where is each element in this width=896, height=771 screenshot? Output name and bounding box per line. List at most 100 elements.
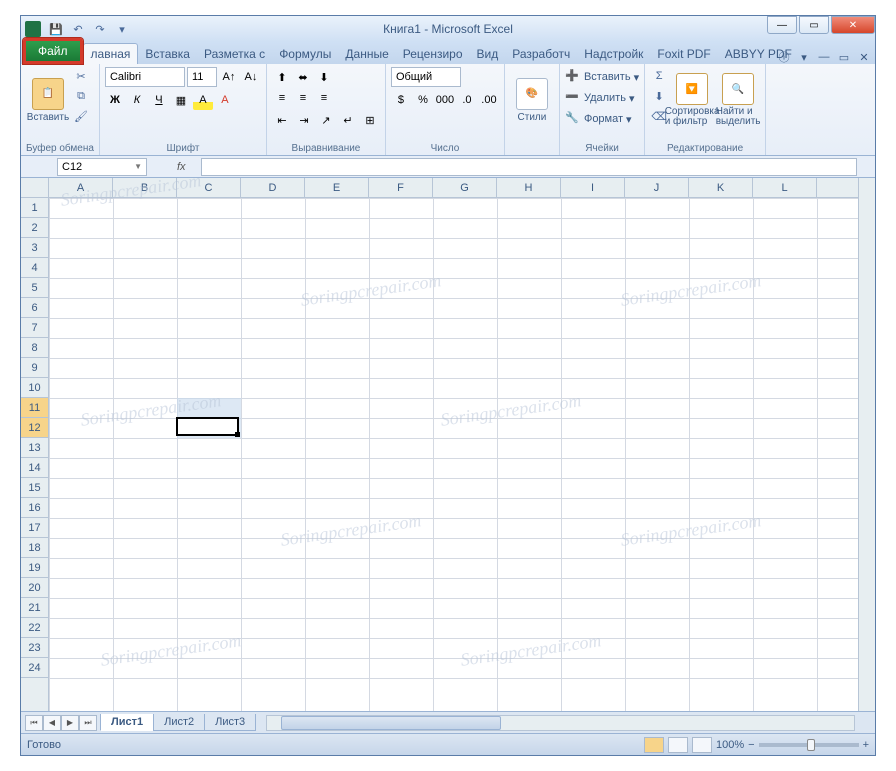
row-header[interactable]: 2: [21, 218, 48, 238]
decrease-decimal-icon[interactable]: .00: [479, 90, 499, 110]
sheet-nav-next-icon[interactable]: ▶: [61, 715, 79, 731]
cells-area[interactable]: [49, 198, 875, 711]
cut-icon[interactable]: ✂: [72, 67, 90, 85]
normal-view-icon[interactable]: [644, 737, 664, 753]
merge-icon[interactable]: ⊞: [360, 110, 380, 130]
fill-icon[interactable]: ⬇: [650, 87, 668, 105]
column-header[interactable]: A: [49, 178, 113, 197]
doc-minimize-icon[interactable]: —: [817, 50, 831, 64]
fill-color-icon[interactable]: A: [193, 90, 213, 110]
page-layout-view-icon[interactable]: [668, 737, 688, 753]
help-icon[interactable]: ⓘ: [777, 50, 791, 64]
tab-developer[interactable]: Разработч: [505, 44, 577, 64]
row-header[interactable]: 4: [21, 258, 48, 278]
horizontal-scrollbar[interactable]: [266, 715, 855, 731]
row-header[interactable]: 17: [21, 518, 48, 538]
orientation-icon[interactable]: ↗: [316, 110, 336, 130]
row-header[interactable]: 9: [21, 358, 48, 378]
paste-button[interactable]: 📋 Вставить: [26, 67, 70, 133]
align-center-icon[interactable]: ≡: [293, 88, 313, 108]
tab-review[interactable]: Рецензиро: [396, 44, 470, 64]
sort-filter-button[interactable]: 🔽 Сортировка и фильтр: [670, 67, 714, 133]
row-header[interactable]: 15: [21, 478, 48, 498]
column-header[interactable]: E: [305, 178, 369, 197]
fx-button[interactable]: fx: [177, 161, 197, 173]
tab-home[interactable]: лавная: [83, 43, 139, 64]
wrap-text-icon[interactable]: ↵: [338, 110, 358, 130]
autosum-icon[interactable]: Σ: [650, 67, 668, 85]
row-header[interactable]: 19: [21, 558, 48, 578]
column-header[interactable]: L: [753, 178, 817, 197]
column-header[interactable]: I: [561, 178, 625, 197]
row-header[interactable]: 23: [21, 638, 48, 658]
row-header[interactable]: 12: [21, 418, 48, 438]
comma-icon[interactable]: 000: [435, 90, 455, 110]
tab-formulas[interactable]: Формулы: [272, 44, 338, 64]
row-header[interactable]: 6: [21, 298, 48, 318]
row-header[interactable]: 10: [21, 378, 48, 398]
sheet-tab[interactable]: Лист1: [100, 714, 154, 731]
italic-button[interactable]: К: [127, 90, 147, 110]
column-header[interactable]: D: [241, 178, 305, 197]
row-header[interactable]: 14: [21, 458, 48, 478]
increase-indent-icon[interactable]: ⇥: [294, 110, 314, 130]
bold-button[interactable]: Ж: [105, 90, 125, 110]
row-header[interactable]: 24: [21, 658, 48, 678]
row-header[interactable]: 18: [21, 538, 48, 558]
align-top-icon[interactable]: ⬆: [272, 67, 292, 87]
column-header[interactable]: H: [497, 178, 561, 197]
copy-icon[interactable]: ⧉: [72, 87, 90, 105]
row-header[interactable]: 22: [21, 618, 48, 638]
sheet-nav-prev-icon[interactable]: ◀: [43, 715, 61, 731]
redo-icon[interactable]: ↷: [91, 20, 109, 38]
doc-close-icon[interactable]: ✕: [857, 50, 871, 64]
row-header[interactable]: 3: [21, 238, 48, 258]
tab-layout[interactable]: Разметка с: [197, 44, 272, 64]
column-header[interactable]: B: [113, 178, 177, 197]
increase-font-icon[interactable]: A↑: [219, 67, 239, 87]
tab-foxit[interactable]: Foxit PDF: [650, 44, 717, 64]
currency-icon[interactable]: $: [391, 90, 411, 110]
close-button[interactable]: ✕: [831, 16, 875, 34]
undo-icon[interactable]: ↶: [69, 20, 87, 38]
formula-input[interactable]: [201, 158, 857, 176]
row-header[interactable]: 11: [21, 398, 48, 418]
zoom-in-button[interactable]: +: [863, 739, 869, 751]
sheet-tab[interactable]: Лист3: [204, 714, 256, 731]
active-cell[interactable]: [176, 417, 239, 436]
qat-more-icon[interactable]: ▾: [113, 20, 131, 38]
align-bottom-icon[interactable]: ⬇: [314, 67, 334, 87]
row-header[interactable]: 1: [21, 198, 48, 218]
align-middle-icon[interactable]: ⬌: [293, 67, 313, 87]
decrease-indent-icon[interactable]: ⇤: [272, 110, 292, 130]
select-all-corner[interactable]: [21, 178, 49, 198]
font-size-select[interactable]: [187, 67, 217, 87]
underline-button[interactable]: Ч: [149, 90, 169, 110]
row-header[interactable]: 20: [21, 578, 48, 598]
row-header[interactable]: 8: [21, 338, 48, 358]
name-box-dropdown-icon[interactable]: ▼: [134, 162, 142, 171]
tab-insert[interactable]: Вставка: [138, 44, 197, 64]
row-header[interactable]: 7: [21, 318, 48, 338]
zoom-slider[interactable]: [759, 743, 859, 747]
sheet-nav-last-icon[interactable]: ⏭: [79, 715, 97, 731]
delete-cells-button[interactable]: ➖Удалить ▾: [565, 88, 639, 108]
border-icon[interactable]: ▦: [171, 90, 191, 110]
number-format-select[interactable]: [391, 67, 461, 87]
name-box[interactable]: C12 ▼: [57, 158, 147, 176]
maximize-button[interactable]: ▭: [799, 16, 829, 34]
sheet-nav-first-icon[interactable]: ⏮: [25, 715, 43, 731]
row-header[interactable]: 16: [21, 498, 48, 518]
styles-button[interactable]: 🎨 Стили: [510, 67, 554, 133]
column-header[interactable]: C: [177, 178, 241, 197]
insert-cells-button[interactable]: ➕Вставить ▾: [565, 67, 639, 87]
page-break-view-icon[interactable]: [692, 737, 712, 753]
decrease-font-icon[interactable]: A↓: [241, 67, 261, 87]
doc-restore-icon[interactable]: ▭: [837, 50, 851, 64]
row-header[interactable]: 21: [21, 598, 48, 618]
column-header[interactable]: F: [369, 178, 433, 197]
minimize-ribbon-icon[interactable]: ▾: [797, 50, 811, 64]
file-tab[interactable]: Файл: [23, 38, 83, 64]
minimize-button[interactable]: —: [767, 16, 797, 34]
save-icon[interactable]: 💾: [47, 20, 65, 38]
